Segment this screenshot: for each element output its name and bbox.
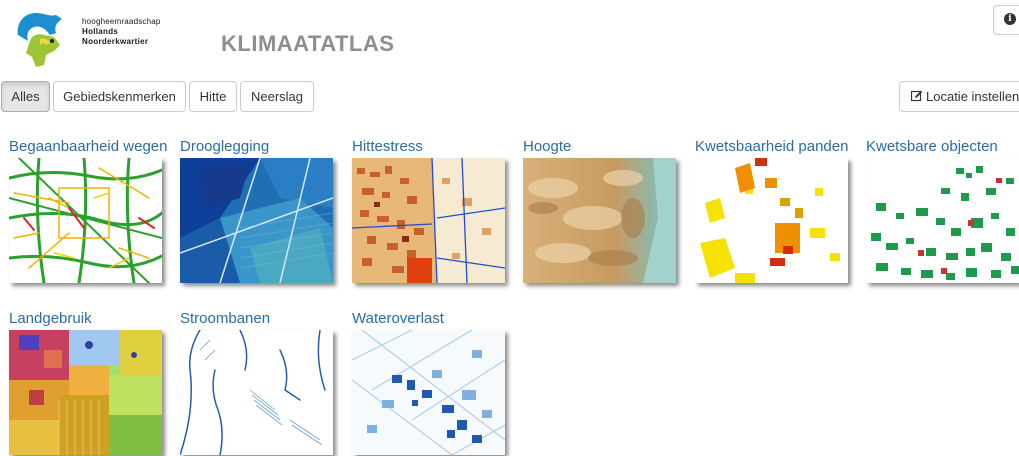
elevation-thumbnail[interactable] bbox=[523, 158, 676, 283]
org-name-line3: Noorderkwartier bbox=[82, 37, 149, 46]
page-title: KLIMAATATLAS bbox=[221, 31, 395, 56]
map-tile-title[interactable]: Wateroverlast bbox=[352, 310, 444, 328]
map-tile-title[interactable]: Landgebruik bbox=[9, 310, 92, 328]
drainage-thumbnail[interactable] bbox=[180, 158, 333, 283]
org-name: hoogheemraadschap Hollands Noorderkwarti… bbox=[82, 17, 161, 47]
vulnerable-objects-thumbnail[interactable] bbox=[866, 158, 1019, 283]
org-name-line1: hoogheemraadschap bbox=[82, 17, 161, 26]
map-tile-title[interactable]: Begaanbaarheid wegen bbox=[9, 138, 167, 156]
set-location-label: Locatie instellen bbox=[926, 89, 1019, 104]
map-tile-title[interactable]: Kwetsbare objecten bbox=[866, 138, 998, 156]
info-button[interactable]: i bbox=[993, 5, 1019, 35]
roads-thumbnail[interactable] bbox=[9, 158, 162, 283]
map-tile-title[interactable]: Drooglegging bbox=[180, 138, 269, 156]
org-logo: hoogheemraadschap Hollands Noorderkwarti… bbox=[10, 5, 170, 71]
set-location-button[interactable]: Locatie instellen bbox=[899, 81, 1019, 112]
map-tile-title[interactable]: Hittestress bbox=[352, 138, 423, 156]
map-tile-title[interactable]: Stroombanen bbox=[180, 310, 270, 328]
edit-icon bbox=[911, 90, 923, 102]
logo-emblem-icon bbox=[17, 13, 63, 67]
flooding-thumbnail[interactable] bbox=[352, 330, 505, 455]
info-circle-icon: i bbox=[1004, 13, 1016, 25]
map-tile-title[interactable]: Kwetsbaarheid panden bbox=[695, 138, 848, 156]
land-use-thumbnail[interactable] bbox=[9, 330, 162, 455]
filter-area-characteristics-button[interactable]: Gebiedskenmerken bbox=[53, 81, 186, 112]
map-tile-title[interactable]: Hoogte bbox=[523, 138, 571, 156]
flow-paths-thumbnail[interactable] bbox=[180, 330, 333, 455]
filter-all-button[interactable]: Alles bbox=[1, 81, 50, 112]
filter-precipitation-button[interactable]: Neerslag bbox=[240, 81, 314, 112]
org-name-line2: Hollands bbox=[82, 27, 119, 36]
filter-heat-button[interactable]: Hitte bbox=[189, 81, 237, 112]
building-vulnerability-thumbnail[interactable] bbox=[695, 158, 848, 283]
heat-stress-thumbnail[interactable] bbox=[352, 158, 505, 283]
